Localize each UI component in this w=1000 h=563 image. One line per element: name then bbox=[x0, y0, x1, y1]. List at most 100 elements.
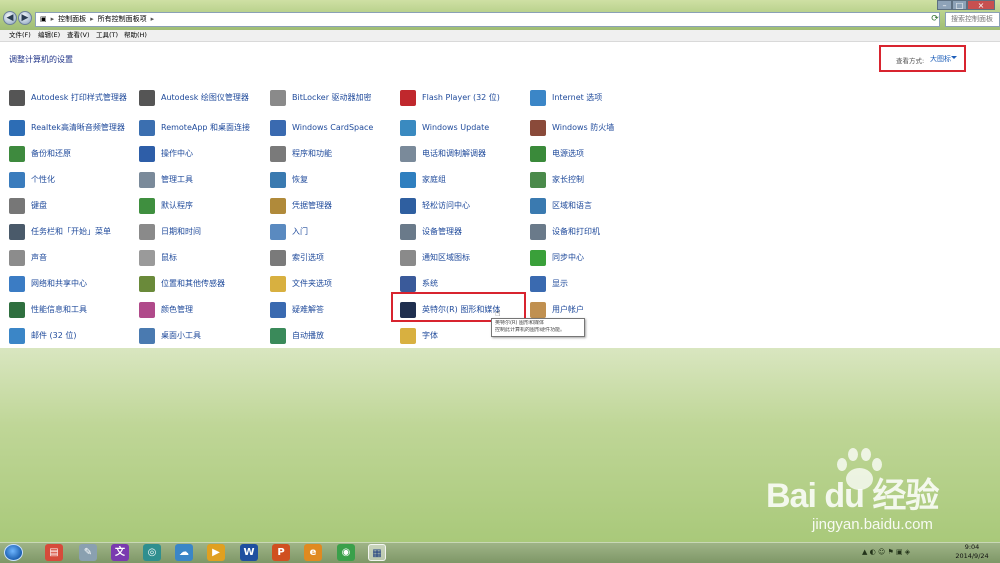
internet-options-icon bbox=[530, 90, 546, 106]
menu-tools[interactable]: 工具(T) bbox=[96, 30, 118, 41]
cp-item-getting-started[interactable]: 入门 bbox=[270, 224, 398, 248]
cp-item-ease-of-access[interactable]: 轻松访问中心 bbox=[400, 198, 528, 222]
cp-item-network-center[interactable]: 网络和共享中心 bbox=[9, 276, 137, 300]
cp-item-firewall[interactable]: Windows 防火墙 bbox=[530, 120, 658, 144]
cp-item-performance[interactable]: 性能信息和工具 bbox=[9, 302, 137, 326]
printer-style-icon bbox=[9, 90, 25, 106]
cp-item-label: 恢复 bbox=[292, 175, 308, 184]
cp-item-internet-options[interactable]: Internet 选项 bbox=[530, 90, 658, 114]
cp-item-label: BitLocker 驱动器加密 bbox=[292, 93, 372, 102]
cp-item-label: 自动播放 bbox=[292, 331, 324, 340]
cp-item-troubleshooting[interactable]: 疑难解答 bbox=[270, 302, 398, 326]
tray-icons[interactable]: ▲ ◐ ☺ ⚑ ▣ ◈ bbox=[862, 548, 910, 556]
close-button[interactable]: × bbox=[967, 0, 995, 10]
cp-item-location-sensor[interactable]: 位置和其他传感器 bbox=[139, 276, 267, 300]
taskbar-app-7[interactable]: W bbox=[240, 544, 258, 561]
cp-item-label: Autodesk 绘图仪管理器 bbox=[161, 93, 249, 102]
cp-item-sync-center[interactable]: 同步中心 bbox=[530, 250, 658, 274]
cp-item-sound[interactable]: 声音 bbox=[9, 250, 137, 274]
cp-item-parental-controls[interactable]: 家长控制 bbox=[530, 172, 658, 196]
cp-item-remote-desktop[interactable]: RemoteApp 和桌面连接 bbox=[139, 120, 267, 144]
cp-item-audio-manager[interactable]: Realtek高清晰音频管理器 bbox=[9, 120, 137, 144]
taskbar-app-3[interactable]: 文 bbox=[111, 544, 129, 561]
forward-button[interactable]: ▶ bbox=[18, 11, 32, 25]
cp-item-label: 声音 bbox=[31, 253, 47, 262]
cp-item-label: 通知区域图标 bbox=[422, 253, 470, 262]
cp-item-phone-modem[interactable]: 电话和调制解调器 bbox=[400, 146, 528, 170]
cp-item-homegroup[interactable]: 家庭组 bbox=[400, 172, 528, 196]
folder-options-icon bbox=[270, 276, 286, 292]
cp-item-recovery[interactable]: 恢复 bbox=[270, 172, 398, 196]
taskbar-app-9[interactable]: e bbox=[304, 544, 322, 561]
cp-item-label: 性能信息和工具 bbox=[31, 305, 87, 314]
breadcrumb-all-items[interactable]: 所有控制面板项 bbox=[98, 15, 147, 23]
region-language-icon bbox=[530, 198, 546, 214]
display-icon bbox=[530, 276, 546, 292]
taskbar-app-8[interactable]: P bbox=[272, 544, 290, 561]
devices-printers-icon bbox=[530, 224, 546, 240]
cp-item-label: 键盘 bbox=[31, 201, 47, 210]
cp-item-label: 设备和打印机 bbox=[552, 227, 600, 236]
cp-item-backup-restore[interactable]: 备份和还原 bbox=[9, 146, 137, 170]
taskbar-app-5[interactable]: ☁ bbox=[175, 544, 193, 561]
cp-item-printer-style[interactable]: Autodesk 打印样式管理器 bbox=[9, 90, 137, 114]
taskbar-app-1[interactable]: ▤ bbox=[45, 544, 63, 561]
cp-item-default-programs[interactable]: 默认程序 bbox=[139, 198, 267, 222]
cp-item-color-management[interactable]: 颜色管理 bbox=[139, 302, 267, 326]
taskbar-app-4[interactable]: ◎ bbox=[143, 544, 161, 561]
cp-item-label: 区域和语言 bbox=[552, 201, 592, 210]
cp-item-credential-manager[interactable]: 凭据管理器 bbox=[270, 198, 398, 222]
cp-item-label: 个性化 bbox=[31, 175, 55, 184]
cp-item-windows-update[interactable]: Windows Update bbox=[400, 120, 528, 144]
breadcrumb-control-panel[interactable]: 控制面板 bbox=[58, 15, 86, 23]
cp-item-display[interactable]: 显示 bbox=[530, 276, 658, 300]
menu-file[interactable]: 文件(F) bbox=[9, 30, 31, 41]
audio-manager-icon bbox=[9, 120, 25, 136]
cp-item-label: 颜色管理 bbox=[161, 305, 193, 314]
address-folder-icon: ▣ bbox=[40, 15, 47, 23]
address-bar[interactable]: ▣ ▸ 控制面板 ▸ 所有控制面板项 ▸ bbox=[35, 12, 940, 27]
cp-item-mouse[interactable]: 鼠标 bbox=[139, 250, 267, 274]
cp-item-admin-tools[interactable]: 管理工具 bbox=[139, 172, 267, 196]
cp-item-flash-player[interactable]: Flash Player (32 位) bbox=[400, 90, 528, 114]
cp-item-power-options[interactable]: 电源选项 bbox=[530, 146, 658, 170]
cp-item-personalization[interactable]: 个性化 bbox=[9, 172, 137, 196]
menu-edit[interactable]: 编辑(E) bbox=[38, 30, 60, 41]
plotter-icon bbox=[139, 90, 155, 106]
cp-item-device-manager[interactable]: 设备管理器 bbox=[400, 224, 528, 248]
cp-item-devices-printers[interactable]: 设备和打印机 bbox=[530, 224, 658, 248]
maximize-button[interactable]: □ bbox=[952, 0, 967, 10]
cp-item-programs-features[interactable]: 程序和功能 bbox=[270, 146, 398, 170]
cp-item-folder-options[interactable]: 文件夹选项 bbox=[270, 276, 398, 300]
cp-item-label: 位置和其他传感器 bbox=[161, 279, 225, 288]
search-input[interactable]: 搜索控制面板 bbox=[945, 12, 1000, 27]
cp-item-notification-icons[interactable]: 通知区域图标 bbox=[400, 250, 528, 274]
taskbar-app-6[interactable]: ▶ bbox=[207, 544, 225, 561]
view-by-dropdown[interactable]: 大图标 bbox=[930, 54, 951, 64]
watermark-url: jingyan.baidu.com bbox=[812, 516, 933, 533]
cp-item-keyboard[interactable]: 键盘 bbox=[9, 198, 137, 222]
minimize-button[interactable]: – bbox=[937, 0, 952, 10]
taskbar-app-10[interactable]: ◉ bbox=[337, 544, 355, 561]
cp-item-date-time[interactable]: 日期和时间 bbox=[139, 224, 267, 248]
cp-item-taskbar[interactable]: 任务栏和「开始」菜单 bbox=[9, 224, 137, 248]
tooltip-description: 控制此计算机的图形硬件功能。 bbox=[495, 327, 566, 333]
cp-item-region-language[interactable]: 区域和语言 bbox=[530, 198, 658, 222]
system-clock[interactable]: 9:04 2014/9/24 bbox=[944, 543, 1000, 561]
start-button[interactable] bbox=[4, 544, 23, 561]
cp-item-plotter[interactable]: Autodesk 绘图仪管理器 bbox=[139, 90, 267, 114]
refresh-icon[interactable]: ⟳ bbox=[929, 13, 941, 25]
back-button[interactable]: ◀ bbox=[3, 11, 17, 25]
taskbar-control-panel-app[interactable]: ▦ bbox=[368, 544, 386, 561]
taskbar-app-2[interactable]: ✎ bbox=[79, 544, 97, 561]
sound-icon bbox=[9, 250, 25, 266]
cp-item-indexing[interactable]: 索引选项 bbox=[270, 250, 398, 274]
chevron-down-icon[interactable] bbox=[951, 56, 957, 59]
menu-help[interactable]: 帮助(H) bbox=[124, 30, 147, 41]
menu-view[interactable]: 查看(V) bbox=[67, 30, 90, 41]
cp-item-action-center-flag[interactable]: 操作中心 bbox=[139, 146, 267, 170]
cp-item-bitlocker[interactable]: BitLocker 驱动器加密 bbox=[270, 90, 398, 114]
programs-features-icon bbox=[270, 146, 286, 162]
cp-item-cardspace[interactable]: Windows CardSpace bbox=[270, 120, 398, 144]
cp-item-label: RemoteApp 和桌面连接 bbox=[161, 123, 251, 132]
